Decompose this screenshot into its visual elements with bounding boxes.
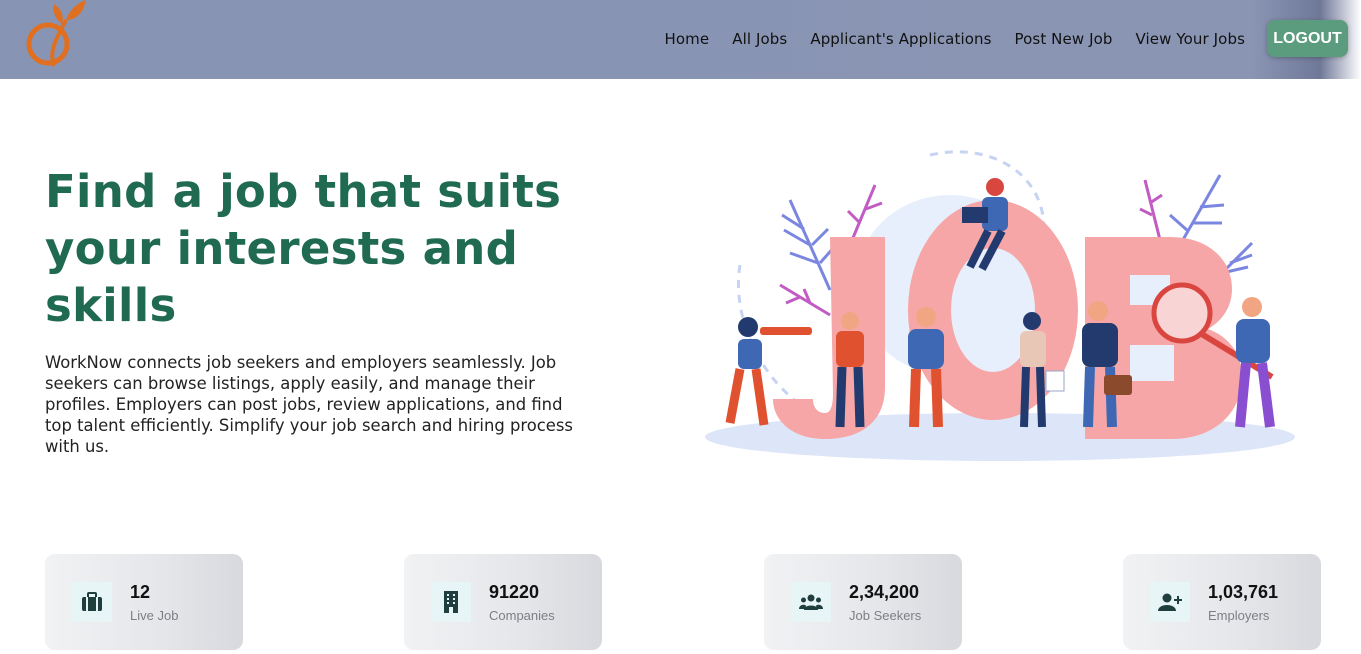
stat-value: 12 — [130, 582, 151, 602]
nav-applicants-applications-link[interactable]: Applicant's Applications — [810, 28, 991, 50]
hero-description: WorkNow connects job seekers and employe… — [45, 353, 573, 456]
nav-home-link[interactable]: Home — [665, 28, 710, 50]
stat-label: Employers — [1208, 608, 1270, 623]
stat-label: Job Seekers — [849, 608, 922, 623]
users-icon — [791, 582, 831, 622]
stat-value: 2,34,200 — [849, 582, 920, 602]
stat-label: Companies — [489, 608, 555, 623]
job-search-illustration — [705, 150, 1295, 461]
user-plus-icon — [1150, 582, 1190, 622]
briefcase-icon — [72, 582, 112, 622]
stat-value: 91220 — [489, 582, 540, 602]
hero-title: Find a job that suits your interests and… — [45, 165, 562, 332]
leaf-swirl-logo-icon[interactable] — [18, 0, 90, 72]
stat-card-companies: 91220 Companies — [404, 554, 602, 650]
stat-card-live-jobs: 12 Live Job — [45, 554, 243, 650]
nav-view-your-jobs-link[interactable]: View Your Jobs — [1136, 28, 1246, 50]
stat-card-job-seekers: 2,34,200 Job Seekers — [764, 554, 962, 650]
stat-value: 1,03,761 — [1208, 582, 1279, 602]
nav-all-jobs-link[interactable]: All Jobs — [732, 28, 787, 50]
building-icon — [431, 582, 471, 622]
navbar: Home All Jobs Applicant's Applications P… — [0, 0, 1361, 79]
nav-post-new-job-link[interactable]: Post New Job — [1015, 28, 1113, 50]
stat-card-employers: 1,03,761 Employers — [1123, 554, 1321, 650]
main-nav: Home All Jobs Applicant's Applications P… — [665, 28, 1245, 50]
stat-label: Live Job — [130, 608, 179, 623]
logout-button[interactable]: LOGOUT — [1267, 20, 1348, 57]
